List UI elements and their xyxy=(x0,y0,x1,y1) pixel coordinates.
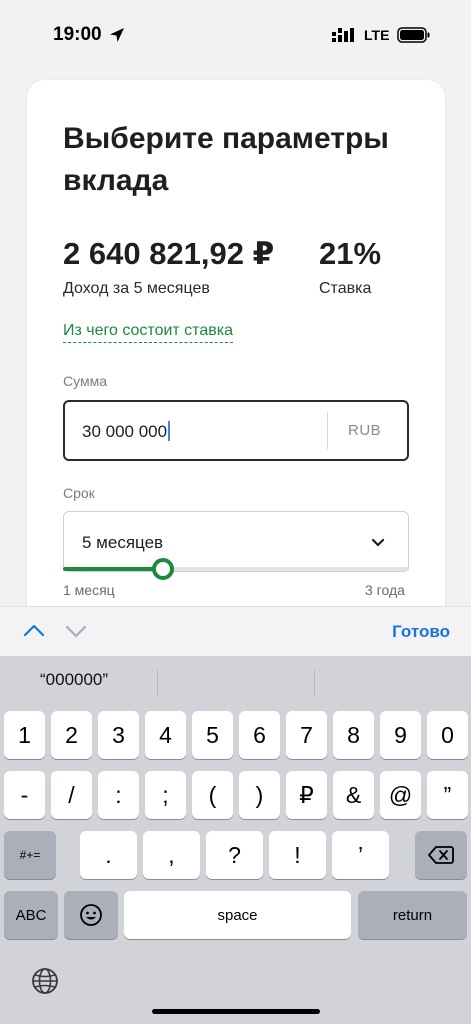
chevron-down-icon[interactable] xyxy=(64,621,88,641)
symbol-key-1-button[interactable]: / xyxy=(51,771,92,819)
home-indicator xyxy=(152,1009,320,1014)
emoji-icon xyxy=(80,904,102,926)
key-6-button[interactable]: 6 xyxy=(239,711,280,759)
space-button[interactable]: space xyxy=(124,891,351,939)
key-8-button[interactable]: 8 xyxy=(333,711,374,759)
income-value: 2 640 821,92 ₽ xyxy=(63,236,275,271)
key-4-button[interactable]: 4 xyxy=(145,711,186,759)
network-type: LTE xyxy=(364,27,390,43)
chevron-down-icon xyxy=(371,538,385,547)
term-max-label: 3 года xyxy=(365,582,405,598)
key-5-button[interactable]: 5 xyxy=(192,711,233,759)
sum-input-value: 30 000 000 xyxy=(82,421,171,442)
keyboard-suggestion[interactable]: “000000” xyxy=(40,670,108,690)
key-1-button[interactable]: 1 xyxy=(4,711,45,759)
rate-info-link[interactable]: Из чего состоит ставка xyxy=(63,322,233,343)
symbol-key-7-button[interactable]: & xyxy=(333,771,374,819)
emoji-button[interactable] xyxy=(64,891,118,939)
punct-key-4-button[interactable]: ’ xyxy=(332,831,389,879)
text-cursor xyxy=(168,421,171,441)
location-arrow-icon xyxy=(110,28,124,42)
symbol-key-4-button[interactable]: ( xyxy=(192,771,233,819)
symbol-key-0-button[interactable]: - xyxy=(4,771,45,819)
symbols-toggle-button[interactable]: #+= xyxy=(4,831,56,879)
keyboard-accessory-bar: Готово xyxy=(0,606,471,656)
term-slider-fill xyxy=(63,567,164,571)
done-button[interactable]: Готово xyxy=(392,622,450,642)
key-7-button[interactable]: 7 xyxy=(286,711,327,759)
page-title: Выберите параметры вклада xyxy=(63,122,389,197)
status-time: 19:00 xyxy=(53,24,102,45)
sum-divider xyxy=(327,412,328,449)
symbol-key-3-button[interactable]: ; xyxy=(145,771,186,819)
return-button[interactable]: return xyxy=(358,891,467,939)
punct-key-1-button[interactable]: , xyxy=(143,831,200,879)
symbol-key-9-button[interactable]: ” xyxy=(427,771,468,819)
term-select-value: 5 месяцев xyxy=(82,533,164,552)
sum-input[interactable]: 30 000 000 RUB xyxy=(63,400,409,461)
globe-icon[interactable] xyxy=(30,966,60,996)
key-9-button[interactable]: 9 xyxy=(380,711,421,759)
rate-value: 21% xyxy=(319,236,382,271)
suggestion-divider xyxy=(157,670,158,696)
term-label: Срок xyxy=(63,485,95,501)
symbol-key-6-button[interactable]: ₽ xyxy=(286,771,327,819)
term-min-label: 1 месяц xyxy=(63,582,115,598)
key-10-button[interactable]: 0 xyxy=(427,711,468,759)
chevron-up-icon[interactable] xyxy=(22,621,46,641)
punct-key-2-button[interactable]: ? xyxy=(206,831,263,879)
abc-button[interactable]: ABC xyxy=(4,891,58,939)
punct-key-3-button[interactable]: ! xyxy=(269,831,326,879)
currency-label: RUB xyxy=(348,422,382,439)
battery-icon xyxy=(397,27,430,43)
term-select[interactable]: 5 месяцев xyxy=(63,511,409,572)
signal-icon xyxy=(332,28,354,42)
symbol-key-2-button[interactable]: : xyxy=(98,771,139,819)
punct-key-0-button[interactable]: . xyxy=(80,831,137,879)
suggestion-divider xyxy=(314,670,315,696)
key-3-button[interactable]: 3 xyxy=(98,711,139,759)
status-bar: 19:00 LTE xyxy=(0,0,471,70)
backspace-icon xyxy=(428,846,454,864)
backspace-button[interactable] xyxy=(415,831,467,879)
symbol-key-8-button[interactable]: @ xyxy=(380,771,421,819)
symbol-key-5-button[interactable]: ) xyxy=(239,771,280,819)
rate-label: Ставка xyxy=(319,280,372,297)
sum-label: Сумма xyxy=(63,373,107,389)
income-label: Доход за 5 месяцев xyxy=(63,280,210,297)
key-2-button[interactable]: 2 xyxy=(51,711,92,759)
